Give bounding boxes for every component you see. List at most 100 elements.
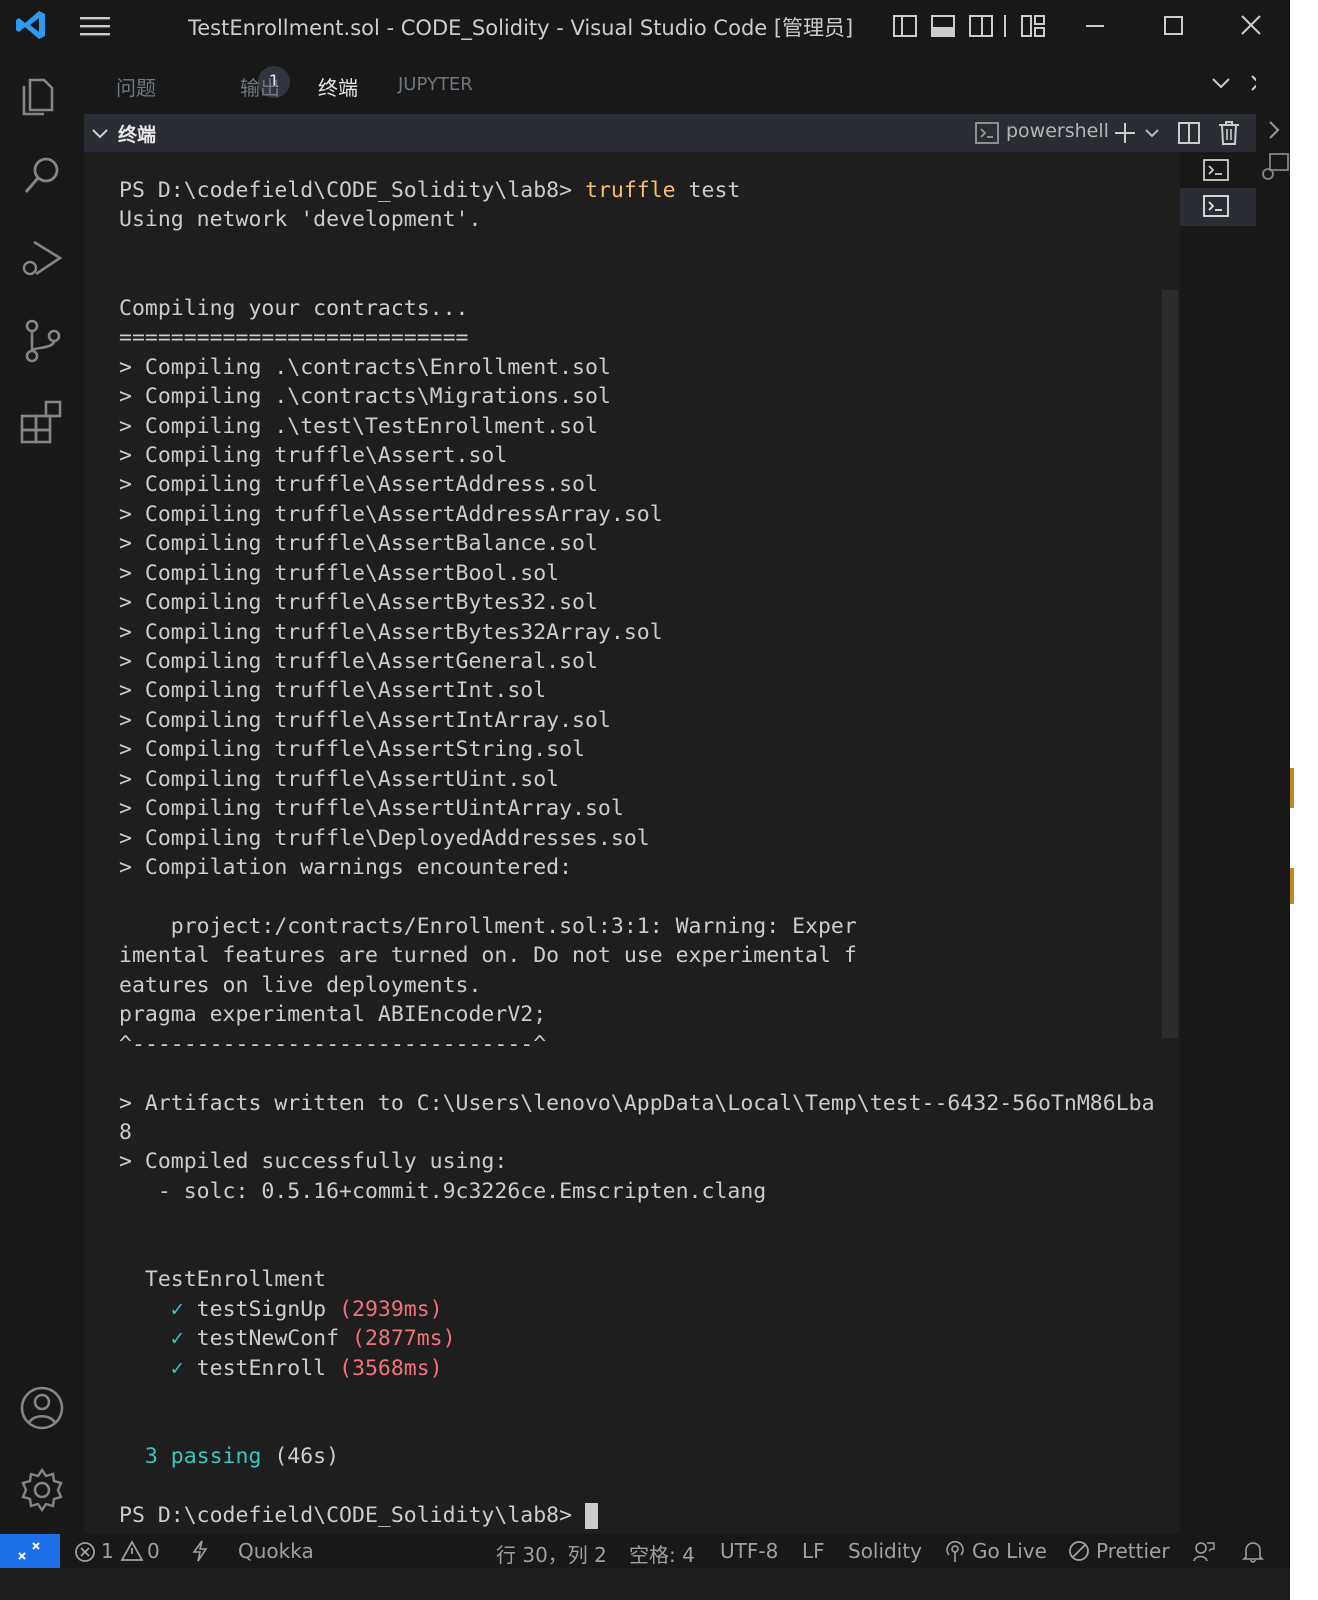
- remote-icon: [18, 1542, 40, 1560]
- terminal-text: testNewConf: [183, 1326, 353, 1352]
- terminal-line: > Compiling truffle\AssertBytes32Array.s…: [119, 618, 1179, 647]
- account-icon[interactable]: [14, 1380, 70, 1436]
- chevron-right-icon[interactable]: [1264, 118, 1284, 142]
- terminal-text: > Compiling truffle\AssertBalance.sol: [119, 531, 598, 557]
- terminal-instance-1[interactable]: [1180, 152, 1256, 190]
- terminal-line: > Compilation warnings encountered:: [119, 853, 1179, 882]
- terminal-scrollbar[interactable]: [1162, 290, 1178, 1038]
- terminal-text: (2877ms): [352, 1326, 456, 1352]
- tab-problems[interactable]: 问题: [116, 72, 156, 101]
- collapse-chevron-icon[interactable]: [90, 124, 110, 144]
- terminal-text: > Compiling truffle\DeployedAddresses.so…: [119, 825, 650, 851]
- chevron-down-icon[interactable]: [1208, 70, 1234, 96]
- terminal-text: > Compiled successfully using:: [119, 1149, 508, 1175]
- plus-icon[interactable]: [1112, 120, 1138, 146]
- terminal-text: > Compiling truffle\AssertAddress.sol: [119, 472, 598, 498]
- window-title: TestEnrollment.sol - CODE_Solidity - Vis…: [188, 16, 854, 40]
- tab-terminal[interactable]: 终端: [318, 72, 358, 101]
- split-icon[interactable]: [1176, 120, 1202, 146]
- terminal-line: ✓ testNewConf (2877ms): [119, 1324, 1179, 1353]
- window-close-icon[interactable]: [1234, 10, 1268, 42]
- toggle-panel-icon[interactable]: [930, 13, 956, 39]
- terminal-text: ✓: [170, 1326, 184, 1352]
- menu-icon[interactable]: [80, 14, 110, 38]
- terminal-line: TestEnrollment: [119, 1265, 1179, 1294]
- terminal-line: > Compiling truffle\AssertGeneral.sol: [119, 647, 1179, 676]
- language-mode[interactable]: Solidity: [848, 1539, 922, 1563]
- tab-output[interactable]: 输出: [240, 72, 280, 101]
- error-count[interactable]: 1: [101, 1539, 114, 1563]
- prettier-status[interactable]: Prettier: [1096, 1539, 1170, 1563]
- toggle-primary-sidebar-icon[interactable]: [892, 13, 918, 39]
- source-control-icon[interactable]: [14, 312, 70, 368]
- terminal-text: > Compiling truffle\AssertBytes32Array.s…: [119, 619, 663, 645]
- window-edge: [1290, 0, 1318, 1600]
- terminal-line: project:/contracts/Enrollment.sol:3:1: W…: [119, 912, 1179, 941]
- bell-icon[interactable]: [1242, 1539, 1264, 1563]
- terminal-text: > Compiling truffle\AssertIntArray.sol: [119, 707, 611, 733]
- terminal-line: > Compiling truffle\AssertInt.sol: [119, 676, 1179, 705]
- terminal-text: TestEnrollment: [119, 1267, 327, 1293]
- extensions-icon[interactable]: [14, 394, 70, 450]
- files-icon[interactable]: [14, 66, 70, 122]
- terminal-text: > Compilation warnings encountered:: [119, 855, 573, 881]
- tab-jupyter[interactable]: JUPYTER: [398, 74, 473, 95]
- error-icon[interactable]: [74, 1541, 96, 1563]
- terminal-line: > Artifacts written to C:\Users\lenovo\A…: [119, 1089, 1179, 1118]
- customize-layout-icon[interactable]: [1020, 13, 1046, 39]
- terminal-text: > Compiling truffle\AssertBool.sol: [119, 560, 560, 586]
- terminal-line: > Compiling truffle\AssertBalance.sol: [119, 529, 1179, 558]
- terminal-text: ===========================: [119, 325, 469, 351]
- terminal-instance-2[interactable]: [1180, 188, 1256, 226]
- maximize-icon[interactable]: [1156, 10, 1190, 42]
- terminal-cursor: [585, 1502, 598, 1529]
- terminal-line: > Compiling truffle\Assert.sol: [119, 441, 1179, 470]
- terminal-line: pragma experimental ABIEncoderV2;: [119, 1000, 1179, 1029]
- terminal-text: eatures on live deployments.: [119, 972, 482, 998]
- gear-icon[interactable]: [14, 1462, 70, 1518]
- cursor-position[interactable]: 行 30，列 2: [496, 1539, 607, 1568]
- search-icon[interactable]: [14, 148, 70, 204]
- indentation[interactable]: 空格: 4: [629, 1539, 695, 1568]
- terminal-icon: [1203, 195, 1229, 217]
- warning-icon[interactable]: [120, 1540, 144, 1562]
- terminal-text: > Compiling .\contracts\Migrations.sol: [119, 384, 611, 410]
- secondary-side-strip: [1256, 52, 1290, 1562]
- terminal-line: > Compiling .\contracts\Enrollment.sol: [119, 353, 1179, 382]
- run-debug-icon[interactable]: [14, 230, 70, 286]
- remote-indicator[interactable]: [0, 1534, 60, 1568]
- terminal-line: > Compiling .\contracts\Migrations.sol: [119, 382, 1179, 411]
- terminal-text: ✓: [170, 1296, 184, 1322]
- debug-console-icon[interactable]: [1260, 152, 1290, 182]
- vscode-logo-icon: [16, 11, 45, 39]
- minimize-icon[interactable]: [1078, 10, 1112, 42]
- end-of-line[interactable]: LF: [802, 1539, 825, 1563]
- lightning-icon[interactable]: [190, 1540, 210, 1562]
- terminal-text: truffle: [585, 178, 676, 203]
- broadcast-icon: [946, 1540, 964, 1562]
- trash-icon[interactable]: [1216, 119, 1242, 147]
- terminal-text: > Compiling .\contracts\Enrollment.sol: [119, 354, 611, 380]
- terminal-shell-name[interactable]: powershell: [1006, 120, 1109, 142]
- encoding[interactable]: UTF-8: [720, 1539, 778, 1563]
- terminal-line: Using network 'development'.: [119, 205, 1179, 234]
- feedback-icon[interactable]: [1192, 1540, 1216, 1562]
- terminal-text: (46s): [261, 1443, 340, 1469]
- go-live-button[interactable]: Go Live: [972, 1539, 1047, 1563]
- quokka-status[interactable]: Quokka: [238, 1539, 314, 1563]
- new-terminal-dropdown-icon[interactable]: [1142, 123, 1162, 143]
- status-bar: 1 0 Quokka 行 30，列 2 空格: 4 UTF-8 LF Solid…: [0, 1534, 1290, 1568]
- terminal-text: - solc: 0.5.16+commit.9c3226ce.Emscripte…: [119, 1178, 767, 1204]
- toggle-secondary-sidebar-icon[interactable]: [968, 13, 994, 39]
- warning-count[interactable]: 0: [147, 1539, 160, 1563]
- terminal-line: > Compiling truffle\AssertIntArray.sol: [119, 706, 1179, 735]
- terminal-output[interactable]: PS D:\codefield\CODE_Solidity\lab8> truf…: [119, 176, 1179, 1556]
